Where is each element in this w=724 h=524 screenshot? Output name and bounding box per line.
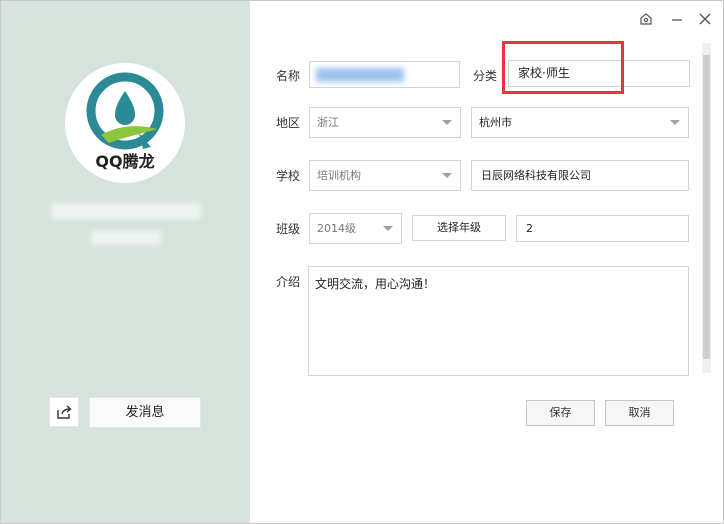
scrollbar-thumb[interactable] (703, 55, 710, 359)
year-value: 2014级 (317, 222, 356, 235)
region-label: 地区 (276, 116, 301, 130)
school-label: 学校 (276, 169, 301, 183)
chevron-down-icon (442, 173, 452, 178)
profile-sidebar: QQ腾龙 发消息 (1, 1, 250, 523)
minimize-icon[interactable] (669, 11, 685, 27)
class-label: 班级 (276, 222, 301, 236)
select-grade-button[interactable]: 选择年级 (412, 215, 506, 241)
intro-textarea[interactable]: 文明交流，用心沟通！ (308, 266, 689, 376)
logo-text: QQ腾龙 (95, 152, 155, 171)
blurred-name-value (316, 68, 404, 82)
province-select[interactable]: 浙江 (309, 107, 461, 138)
settings-icon[interactable] (638, 11, 654, 27)
school-type-select[interactable]: 培训机构 (309, 160, 461, 191)
school-name-input[interactable]: 日辰网络科技有限公司 (471, 160, 689, 191)
group-avatar[interactable]: QQ腾龙 (65, 63, 185, 183)
blurred-group-number (91, 231, 161, 245)
chevron-down-icon (442, 120, 452, 125)
share-icon (57, 405, 72, 419)
name-input[interactable] (309, 61, 460, 88)
category-label: 分类 (473, 69, 498, 83)
city-value: 杭州市 (479, 116, 512, 129)
province-value: 浙江 (317, 116, 339, 129)
school-type-value: 培训机构 (317, 169, 361, 182)
send-message-button[interactable]: 发消息 (89, 397, 201, 428)
intro-label: 介绍 (276, 275, 301, 289)
blurred-group-name (51, 203, 201, 219)
cancel-button[interactable]: 取消 (605, 400, 674, 426)
close-icon[interactable] (697, 11, 713, 27)
chevron-down-icon (670, 120, 680, 125)
save-button[interactable]: 保存 (526, 400, 595, 426)
class-number-input[interactable]: 2 (516, 215, 689, 242)
scrollbar[interactable] (702, 43, 711, 373)
share-button[interactable] (49, 397, 79, 427)
name-label: 名称 (276, 69, 301, 83)
city-select[interactable]: 杭州市 (471, 107, 689, 138)
chevron-down-icon (383, 226, 393, 231)
year-select[interactable]: 2014级 (309, 213, 402, 244)
group-profile-window: QQ腾龙 发消息 名称 分类 家校·师生 地区 浙江 杭州市 学校 培训机构 日… (0, 0, 724, 524)
category-highlight-box (502, 41, 624, 94)
